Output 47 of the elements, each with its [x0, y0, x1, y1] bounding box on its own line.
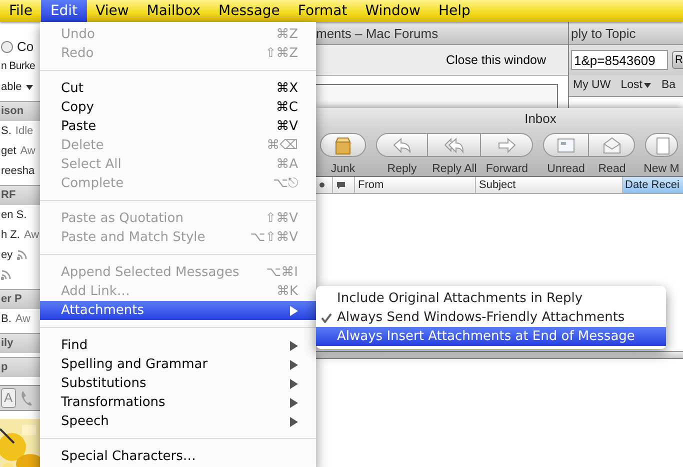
menu-item[interactable]: Substitutions [40, 374, 316, 393]
menu-bar-item[interactable]: Edit [41, 0, 87, 22]
menu-item[interactable]: Transformations [40, 393, 316, 412]
window-title: Inbox [524, 111, 556, 126]
menu-item[interactable]: Copy ⌘C [40, 98, 316, 117]
menu-item[interactable]: Attachments [40, 301, 316, 320]
menu-bar-item[interactable]: Help [429, 0, 480, 22]
buddy-name[interactable]: h Z. [1, 226, 20, 244]
status-label: Co [17, 38, 34, 56]
menu-item[interactable]: Cut ⌘X [40, 79, 316, 98]
menu-item[interactable]: Paste ⌘V [40, 117, 316, 136]
buddy-name[interactable]: en S. [1, 206, 27, 224]
menu-item[interactable]: Special Characters… [40, 447, 316, 466]
menu-item[interactable]: Find [40, 336, 316, 355]
menu-bar-item[interactable]: Format [288, 0, 356, 22]
buddy-name[interactable]: ey [1, 246, 13, 264]
menu-item[interactable]: Always Send Windows-Friendly Attachments [316, 308, 666, 327]
buddy-name[interactable]: reesha [1, 162, 35, 180]
buddy-name[interactable]: S. [1, 122, 12, 140]
column-header[interactable]: Date Recei [623, 177, 683, 193]
buddy-status: Aw [24, 228, 40, 243]
window-title: ments – Mac Forums [316, 26, 438, 41]
menu-bar-item[interactable]: File [0, 0, 42, 22]
address-field[interactable]: 1&p=8543609 [571, 50, 668, 70]
menu-item[interactable]: Include Original Attachments in Reply [316, 289, 666, 308]
buddy-name[interactable]: get [1, 142, 16, 160]
menu-bar-item[interactable]: Window [356, 0, 430, 22]
menu-bar-item[interactable]: Message [210, 0, 289, 22]
go-button[interactable]: R [672, 51, 683, 69]
group-header[interactable]: p [1, 359, 8, 376]
buddy-name[interactable]: B. [1, 310, 12, 328]
buddy-status: Idle [15, 124, 34, 139]
menu-bar-item[interactable]: View [86, 0, 138, 22]
buddy-status: Aw [15, 312, 30, 327]
buddy-status: Aw [20, 144, 36, 159]
menu-item[interactable]: Speech [40, 412, 316, 431]
menu-item[interactable]: Spelling and Grammar [40, 355, 316, 374]
window-title: ply to Topic [571, 26, 636, 41]
bookmark-button[interactable]: Ba [661, 76, 676, 94]
bookmark-button[interactable]: Lost [620, 76, 652, 94]
menu-bar-item[interactable]: Mailbox [138, 0, 210, 22]
bookmark-button[interactable]: My UW [573, 76, 611, 94]
menu-item[interactable]: Always Insert Attachments at End of Message [316, 327, 666, 346]
column-header[interactable]: From [355, 177, 476, 193]
availability-label[interactable]: able [1, 78, 22, 96]
column-header[interactable]: Subject [476, 177, 623, 193]
user-name: n Burke [1, 59, 36, 74]
